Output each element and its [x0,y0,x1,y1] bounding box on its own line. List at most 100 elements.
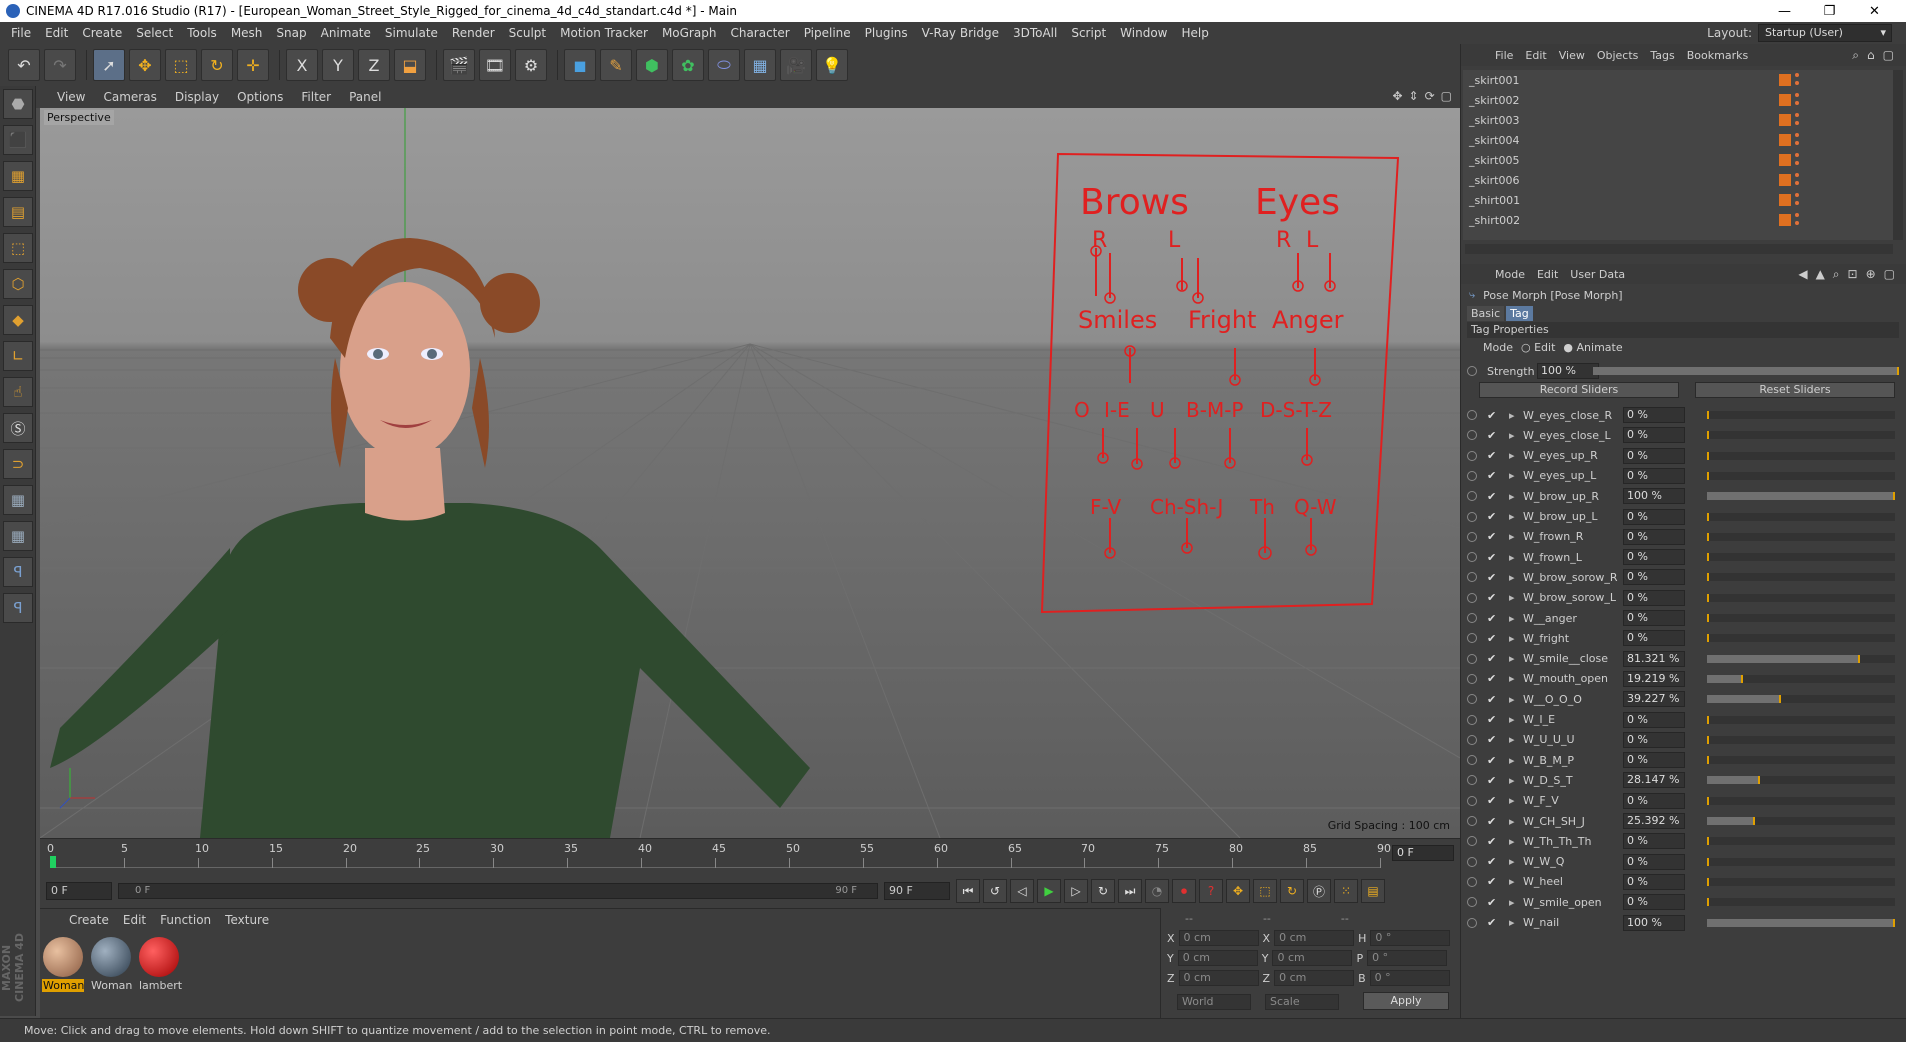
playhead-marker[interactable] [50,856,56,868]
enable-checkbox[interactable]: ✔ [1487,530,1499,543]
size-z-field[interactable]: 0 cm [1274,970,1355,986]
object-menu-edit[interactable]: Edit [1519,49,1552,62]
cube-icon[interactable]: ◼ [564,49,596,81]
morph-slider-value[interactable]: 0 % [1623,752,1685,769]
animation-keyframe-radio[interactable] [1467,366,1477,376]
morph-slider-track[interactable] [1707,573,1895,582]
menu-character[interactable]: Character [723,26,796,40]
python-script-icon[interactable]: ꟼ [3,593,33,623]
apply-button[interactable]: Apply [1363,992,1449,1010]
next-frame-icon[interactable]: ▷ [1064,879,1088,903]
rotation-p-field[interactable]: 0 ° [1367,950,1448,966]
morph-slider-track[interactable] [1707,431,1895,440]
undo-icon[interactable]: ↶ [8,49,40,81]
layout-dropdown[interactable]: Startup (User) ▾ [1758,24,1892,42]
morph-slider-value[interactable]: 0 % [1623,407,1685,423]
morph-slider-value[interactable]: 0 % [1623,894,1685,911]
morph-slider-value[interactable]: 0 % [1623,833,1685,850]
enable-checkbox[interactable]: ✔ [1487,490,1499,503]
expand-arrow-icon[interactable]: ▸ [1509,754,1517,767]
go-to-end-icon[interactable]: ⏭ [1118,879,1142,903]
morph-slider-value[interactable]: 0 % [1623,792,1685,809]
strength-slider[interactable] [1593,367,1899,375]
enable-checkbox[interactable]: ✔ [1487,875,1499,888]
morph-slider-track[interactable] [1707,877,1895,886]
model-mode-icon[interactable]: ⬛ [3,125,33,155]
workplane-icon[interactable]: ▤ [3,197,33,227]
animation-keyframe-radio[interactable] [1467,673,1477,684]
menu-tools[interactable]: Tools [180,26,224,40]
points-mode-icon[interactable]: ⬚ [3,233,33,263]
reset-sliders-button[interactable]: Reset Sliders [1695,382,1895,398]
previous-frame-icon[interactable]: ◁ [1010,879,1034,903]
object-row[interactable]: _skirt004 [1463,130,1893,150]
morph-slider-track[interactable] [1707,654,1895,663]
morph-slider-value[interactable]: 0 % [1623,549,1685,566]
morph-slider-track[interactable] [1707,817,1895,825]
morph-slider-track[interactable] [1707,776,1895,785]
morph-slider-track[interactable] [1707,918,1895,927]
object-menu-objects[interactable]: Objects [1591,49,1645,62]
animation-keyframe-radio[interactable] [1467,511,1477,522]
go-to-start-icon[interactable]: ⏮ [956,879,980,903]
camera-icon[interactable]: 🎥 [780,49,812,81]
menu-help[interactable]: Help [1174,26,1215,40]
home-icon[interactable]: ⌂ [1867,48,1875,63]
enable-checkbox[interactable]: ✔ [1487,713,1499,726]
start-frame-field[interactable]: 0 F [46,882,112,900]
visibility-dots-icon[interactable] [1795,113,1799,117]
morph-slider-track[interactable] [1707,634,1895,643]
object-row[interactable]: _shirt001 [1463,190,1893,210]
morph-slider-track[interactable] [1707,553,1895,562]
enable-checkbox[interactable]: ✔ [1487,571,1499,584]
morph-slider-value[interactable]: 0 % [1623,508,1685,525]
expand-arrow-icon[interactable]: ▸ [1509,672,1517,685]
expand-arrow-icon[interactable]: ▸ [1509,835,1517,848]
new-manager-icon[interactable]: ⊕ [1866,267,1876,282]
expand-arrow-icon[interactable]: ▸ [1509,774,1517,787]
render-view-icon[interactable]: 🎬 [443,49,475,81]
y-axis-icon[interactable]: Y [322,49,354,81]
animation-keyframe-radio[interactable] [1467,470,1477,481]
x-axis-icon[interactable]: X [286,49,318,81]
morph-slider-value[interactable]: 19.219 % [1623,670,1685,687]
morph-slider-value[interactable]: 0 % [1623,467,1685,484]
world-coord-icon[interactable]: ⬓ [394,49,426,81]
position-y-field[interactable]: 0 cm [1177,950,1258,966]
enable-checkbox[interactable]: ✔ [1487,754,1499,767]
render-picture-viewer-icon[interactable]: 🎞 [479,49,511,81]
material-tag-icon[interactable] [1779,194,1791,206]
expand-arrow-icon[interactable]: ▸ [1509,591,1517,604]
menu-script[interactable]: Script [1064,26,1113,40]
object-row[interactable]: _skirt002 [1463,90,1893,110]
animation-keyframe-radio[interactable] [1467,795,1477,806]
morph-slider-track[interactable] [1707,857,1895,866]
size-y-field[interactable]: 0 cm [1272,950,1353,966]
morph-slider-value[interactable]: 0 % [1623,589,1685,606]
expand-arrow-icon[interactable]: ▸ [1509,855,1517,868]
expand-arrow-icon[interactable]: ▸ [1509,916,1517,929]
rotation-b-field[interactable]: 0 ° [1369,970,1450,986]
material-tag-icon[interactable] [1779,94,1791,106]
minimize-button[interactable]: — [1762,0,1807,22]
attr-menu-user-data[interactable]: User Data [1564,268,1631,281]
position-x-field[interactable]: 0 cm [1178,930,1259,946]
object-row[interactable]: _skirt006 [1463,170,1893,190]
menu-edit[interactable]: Edit [38,26,75,40]
animation-keyframe-radio[interactable] [1467,836,1477,847]
python-icon[interactable]: ꟼ [3,557,33,587]
object-list-hscrollbar[interactable] [1465,244,1893,254]
material-tag-icon[interactable] [1779,114,1791,126]
material-tag-icon[interactable] [1779,214,1791,226]
animation-keyframe-radio[interactable] [1467,775,1477,786]
object-row[interactable]: _skirt001 [1463,70,1893,90]
animation-keyframe-radio[interactable] [1467,734,1477,745]
enable-checkbox[interactable]: ✔ [1487,652,1499,665]
viewport-menu-display[interactable]: Display [166,90,228,104]
enable-checkbox[interactable]: ✔ [1487,469,1499,482]
expand-arrow-icon[interactable]: ▸ [1509,409,1517,422]
material-menu-function[interactable]: Function [153,913,218,927]
viewport-menu-panel[interactable]: Panel [340,90,390,104]
expand-arrow-icon[interactable]: ▸ [1509,875,1517,888]
enable-checkbox[interactable]: ✔ [1487,855,1499,868]
